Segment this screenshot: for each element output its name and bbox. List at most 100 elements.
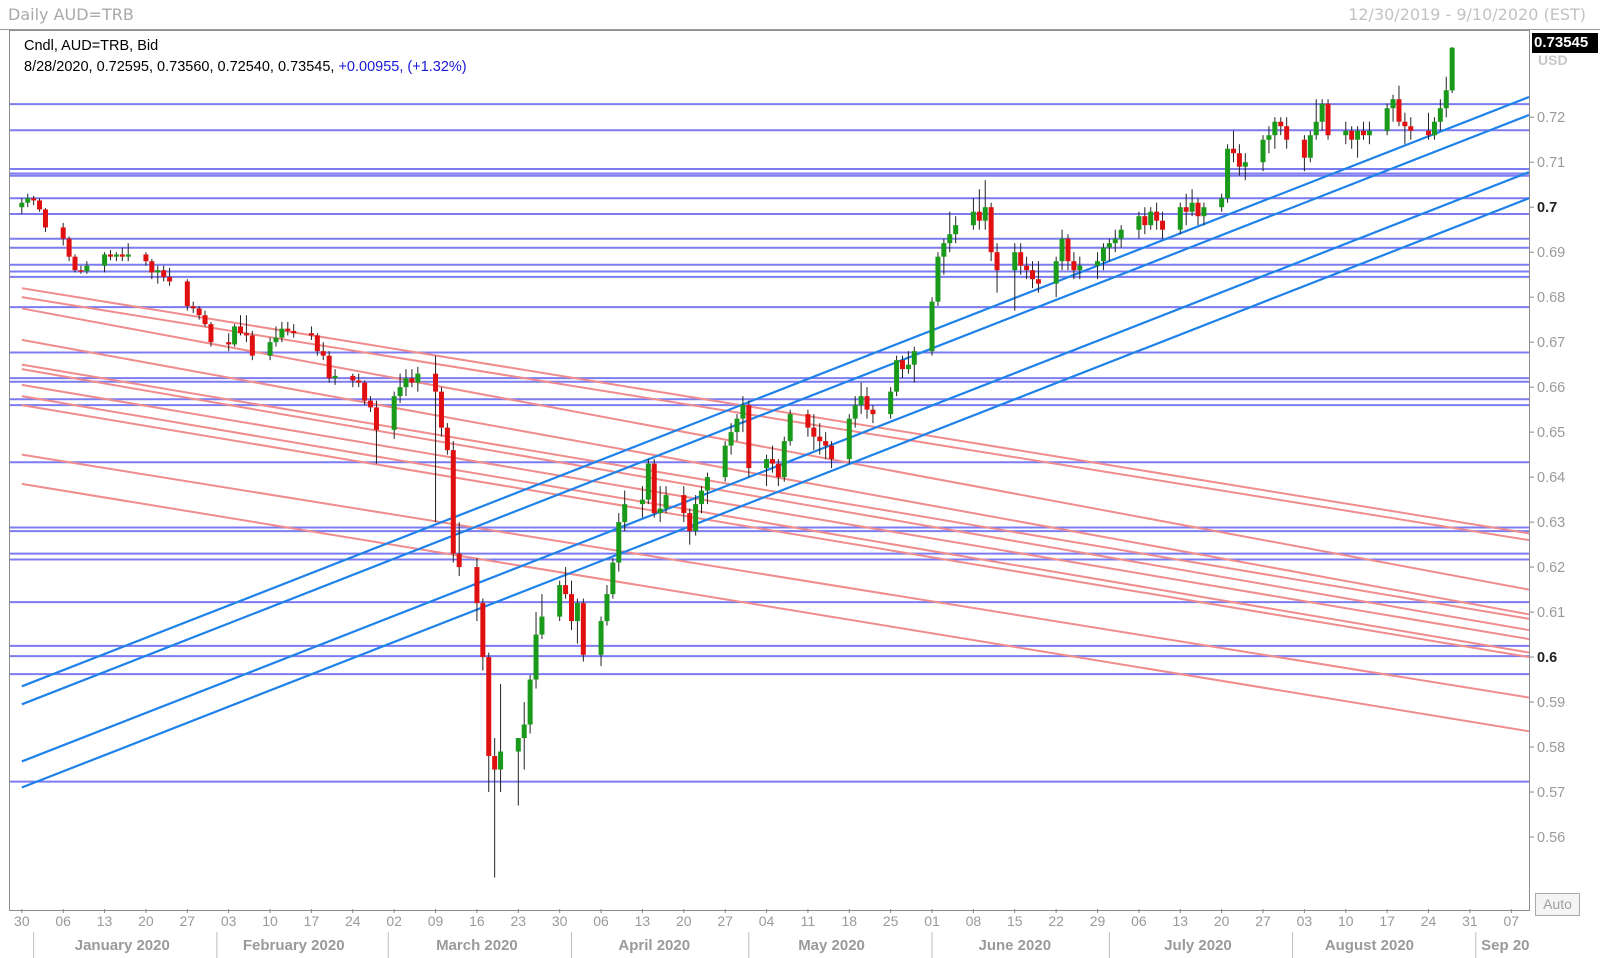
x-day-label: 01 [924, 913, 940, 929]
candle-body-up [639, 499, 645, 505]
candle [102, 252, 108, 273]
candle [521, 702, 527, 770]
candle-body-down [1325, 103, 1331, 136]
candle-body-up [622, 504, 628, 523]
candle [970, 198, 976, 230]
candle-body-down [775, 463, 781, 478]
candle [1325, 99, 1331, 140]
falling-trendline [21, 307, 1530, 591]
y-tick-label: 0.64 [1537, 470, 1565, 486]
candle-body-up [539, 616, 545, 635]
candle-body-up [858, 396, 864, 406]
candle-body-down [190, 306, 196, 309]
candle-body-down [149, 261, 155, 273]
candle-body-up [982, 207, 988, 221]
candle-body-up [1118, 229, 1124, 239]
candle-body-up [657, 508, 663, 514]
candle [1319, 99, 1325, 131]
candle-body-down [368, 400, 374, 408]
candle [1160, 211, 1166, 239]
candle-body-down [1183, 207, 1189, 212]
candle-body-up [279, 328, 285, 338]
candle-body-up [1313, 121, 1319, 136]
candle-body-down [308, 333, 314, 336]
candle-body-down [687, 513, 693, 532]
x-day-label: 22 [1048, 913, 1064, 929]
x-day-label: 04 [759, 913, 775, 929]
y-tick-label: 0.59 [1537, 695, 1565, 711]
candle-body-down [291, 330, 297, 334]
x-day-label: 27 [180, 913, 196, 929]
legend-change: +0.00955, (+1.32%) [338, 59, 467, 75]
legend-ohlc: 8/28/2020, 0.72595, 0.73560, 0.72540, 0.… [24, 57, 467, 78]
candle [1112, 229, 1118, 253]
candle [190, 301, 196, 313]
candle-body-up [498, 751, 504, 770]
candle-body-down [119, 254, 125, 257]
x-day-label: 29 [1090, 913, 1106, 929]
candle-body-up [155, 270, 161, 273]
candle [988, 202, 994, 262]
last-price-tag: 0.73545 [1532, 33, 1598, 53]
candle [734, 414, 740, 442]
candle [527, 675, 533, 734]
candle [787, 409, 793, 446]
candle-body-down [994, 252, 1000, 271]
candle [1136, 211, 1142, 239]
candle [1431, 117, 1437, 140]
x-month-label: June 2020 [979, 937, 1052, 954]
candle-body-up [693, 504, 699, 532]
candle-body-down [202, 315, 208, 325]
candle-body-down [444, 427, 450, 451]
candle-body-up [1219, 198, 1225, 208]
candle-body-down [580, 603, 586, 655]
candle-body-down [243, 333, 249, 336]
y-tick-label: 0.63 [1537, 515, 1565, 531]
candle [326, 351, 332, 383]
candlestick-chart[interactable]: 0.56 0.57 0.58 0.59 0.6 0.61 0.62 0.63 0.64 0.65 0… [0, 0, 1600, 958]
candle-body-up [332, 375, 338, 379]
candle [858, 382, 864, 415]
candle [308, 326, 314, 340]
candle [515, 738, 521, 806]
candle [480, 598, 486, 671]
y-tick-label: 0.71 [1537, 155, 1565, 171]
y-tick-label: 0.61 [1537, 605, 1565, 621]
x-day-label: 24 [1421, 913, 1437, 929]
candle-body-down [899, 360, 905, 370]
candle-body-down [1396, 99, 1402, 122]
x-month-label: August 2020 [1325, 937, 1414, 954]
candle-body-down [362, 382, 368, 401]
candle-body-down [143, 254, 149, 262]
auto-scale-button[interactable]: Auto [1535, 893, 1580, 916]
candle-body-down [450, 450, 456, 554]
candle [161, 265, 167, 282]
candle-body-down [249, 335, 255, 356]
candle-body-up [574, 603, 580, 622]
candle-body-down [350, 375, 356, 381]
candle [291, 324, 297, 338]
x-day-label: 30 [14, 913, 30, 929]
rising-trendline [21, 113, 1530, 706]
candle-body-down [651, 463, 657, 514]
candle-body-down [769, 459, 775, 464]
candle [1343, 121, 1349, 145]
candle-body-down [1195, 202, 1201, 217]
candle [568, 580, 574, 631]
candle-body-down [1024, 265, 1030, 271]
candle-body-up [527, 679, 533, 725]
x-day-label: 20 [138, 913, 154, 929]
x-day-label: 08 [966, 913, 982, 929]
x-day-label: 10 [262, 913, 278, 929]
candle-body-down [829, 445, 835, 460]
candle [486, 652, 492, 793]
candle-body-up [1189, 202, 1195, 212]
candle-body-down [373, 407, 379, 430]
candle [1301, 135, 1307, 172]
candle [450, 441, 456, 563]
candle-body-up [113, 254, 119, 257]
candle [66, 236, 72, 262]
candle-body-up [1384, 108, 1390, 131]
candle-body-down [409, 378, 415, 383]
candle-body-down [78, 270, 84, 272]
